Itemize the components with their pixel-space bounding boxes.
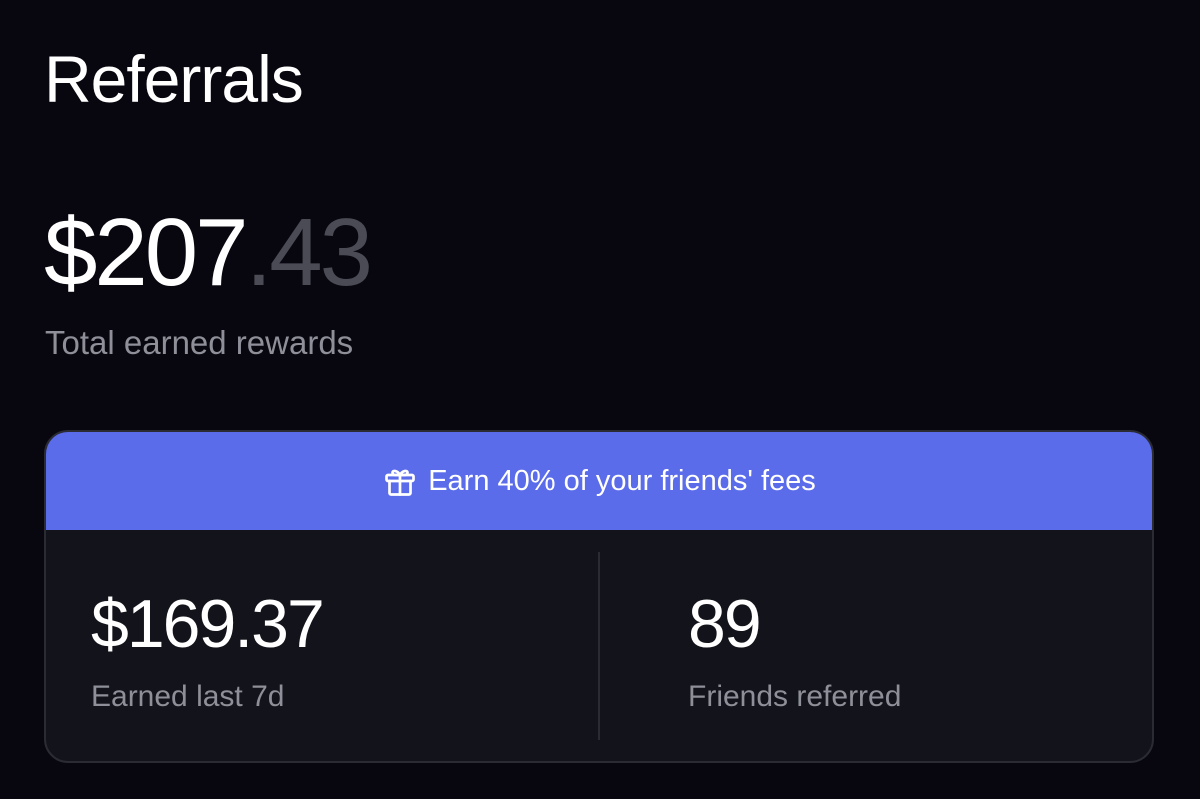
total-amount-integer: $207 — [44, 199, 249, 306]
referral-banner: Earn 40% of your friends' fees — [46, 432, 1152, 530]
earned-last-7d-value: $169.37 — [91, 586, 325, 662]
gift-icon — [382, 463, 418, 499]
page-title: Referrals — [44, 42, 304, 116]
total-earned-amount: $207.43 — [44, 205, 373, 301]
banner-text: Earn 40% of your friends' fees — [428, 464, 816, 497]
total-amount-decimal: .43 — [245, 199, 373, 306]
referral-stats-card: Earn 40% of your friends' fees $169.37 E… — [44, 430, 1154, 763]
total-earned-label: Total earned rewards — [45, 324, 354, 361]
stats-row: $169.37 Earned last 7d 89 Friends referr… — [46, 530, 1152, 761]
friends-referred-value: 89 — [688, 586, 762, 662]
stats-divider — [598, 552, 600, 740]
friends-referred-label: Friends referred — [688, 680, 902, 713]
earned-last-7d-label: Earned last 7d — [91, 680, 285, 713]
